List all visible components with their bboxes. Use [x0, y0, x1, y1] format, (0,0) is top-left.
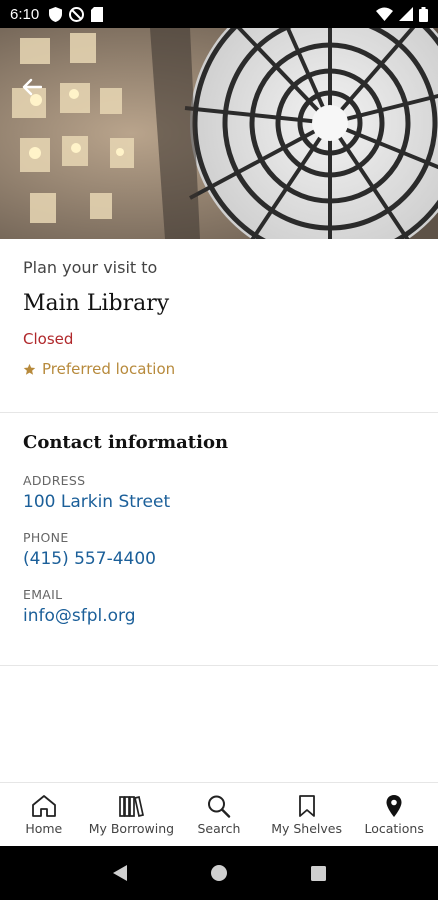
nav-item-my-shelves[interactable]: My Shelves [263, 783, 351, 846]
search-icon [207, 795, 231, 818]
nav-item-search[interactable]: Search [175, 783, 263, 846]
nav-item-home[interactable]: Home [0, 783, 88, 846]
nav-label-my-borrowing: My Borrowing [88, 821, 175, 836]
nav-label-locations: Locations [364, 821, 424, 836]
nav-label-home: Home [25, 821, 63, 836]
email-link[interactable]: info@sfpl.org [23, 606, 418, 626]
email-label: EMAIL [23, 587, 63, 602]
map-pin-icon [386, 795, 402, 817]
status-bar: 6:10 [0, 0, 438, 28]
shield-icon [49, 6, 63, 22]
address-link[interactable]: 100 Larkin Street [23, 492, 418, 512]
back-button[interactable] [14, 73, 50, 101]
address-label: ADDRESS [23, 473, 86, 488]
arrow-left-icon [22, 78, 42, 96]
status-time: 6:10 [10, 5, 40, 23]
bookmark-icon [298, 795, 315, 817]
nav-item-my-borrowing[interactable]: My Borrowing [88, 783, 176, 846]
bottom-navigation: Home My Borrowing Search My Shelves Loca… [0, 782, 438, 846]
contact-section: Contact information ADDRESS 100 Larkin S… [23, 432, 418, 626]
preferred-location-label: Preferred location [42, 360, 176, 378]
system-back-icon[interactable] [112, 864, 128, 882]
phone-label: PHONE [23, 530, 69, 545]
plan-visit-label: Plan your visit to [23, 258, 158, 277]
signal-icon [399, 7, 413, 21]
phone-link[interactable]: (415) 557-4400 [23, 549, 418, 569]
address-field: ADDRESS 100 Larkin Street [23, 473, 418, 512]
section-divider [0, 412, 438, 413]
open-status: Closed [23, 330, 74, 348]
contact-title: Contact information [23, 432, 229, 453]
nav-item-locations[interactable]: Locations [350, 783, 438, 846]
sd-card-icon [91, 6, 104, 22]
library-name: Main Library [23, 291, 170, 316]
nav-label-my-shelves: My Shelves [271, 821, 342, 836]
email-field: EMAIL info@sfpl.org [23, 587, 418, 626]
battery-icon [419, 6, 428, 22]
star-icon [23, 363, 36, 375]
system-recents-icon[interactable] [311, 865, 327, 881]
preferred-location[interactable]: Preferred location [23, 360, 418, 378]
phone-field: PHONE (415) 557-4400 [23, 530, 418, 569]
section-divider [0, 665, 438, 666]
visit-section: Plan your visit to Main Library Closed P… [23, 258, 418, 378]
books-icon [119, 795, 145, 818]
system-navigation-bar [0, 846, 438, 900]
wifi-icon [376, 7, 393, 21]
no-entry-icon [69, 6, 85, 22]
home-icon [31, 795, 56, 817]
system-home-icon[interactable] [211, 865, 228, 881]
nav-label-search: Search [197, 821, 241, 836]
library-hero-image [0, 28, 438, 239]
